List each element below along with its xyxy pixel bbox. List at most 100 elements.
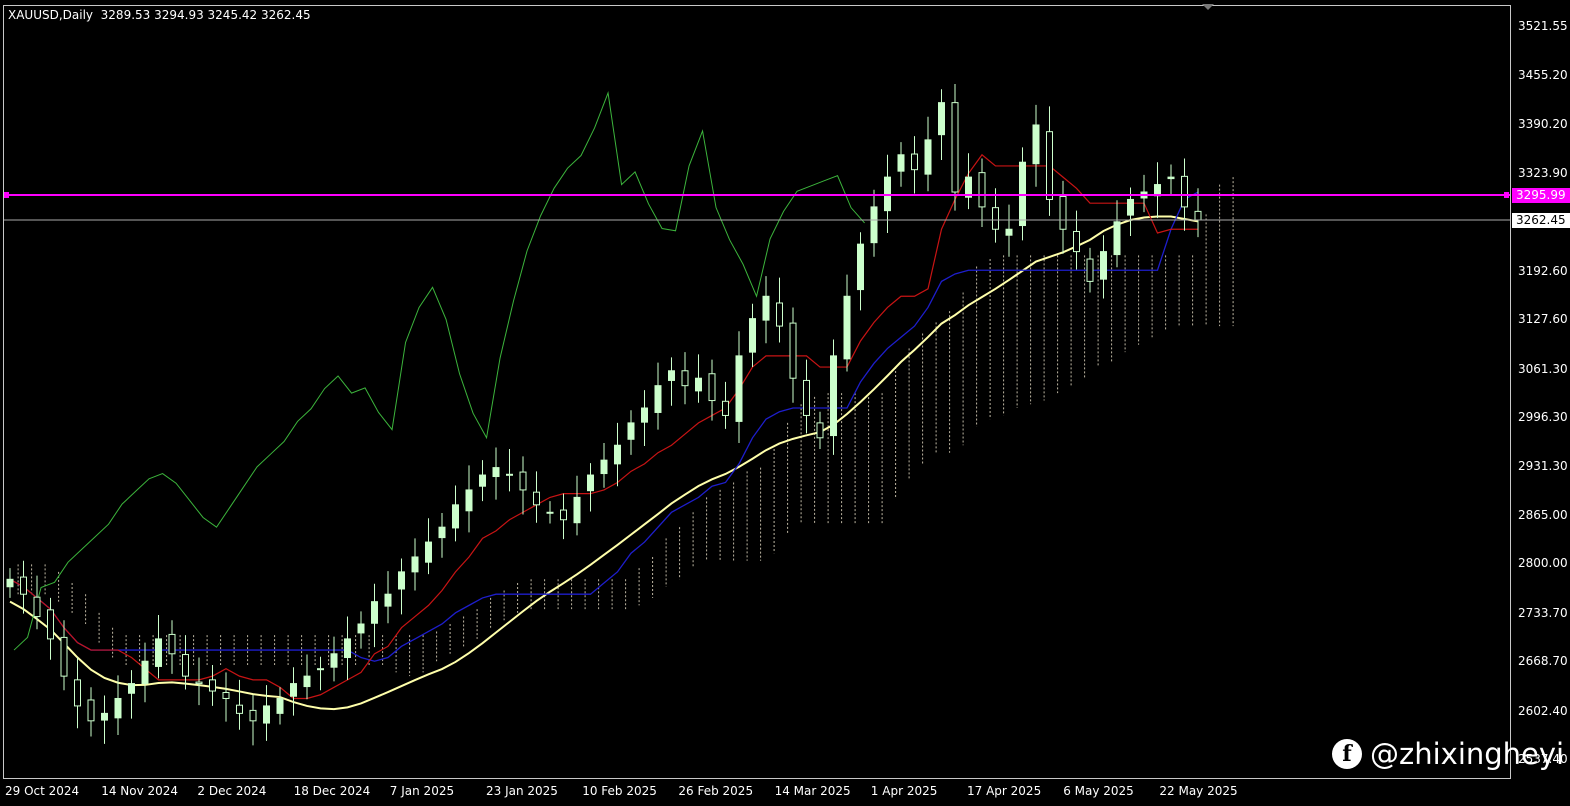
candle-body xyxy=(330,653,338,668)
candle-body xyxy=(1181,175,1188,208)
price-axis-label: 3323.90 xyxy=(1518,166,1568,181)
candle-body xyxy=(884,176,891,212)
kijun-line xyxy=(9,191,1199,662)
watermark-text: @zhixingheyi xyxy=(1370,737,1565,771)
candle-body xyxy=(1086,258,1094,282)
candle-body xyxy=(317,668,324,671)
candle-body xyxy=(1073,230,1080,253)
candle-body xyxy=(371,601,378,624)
line-anchor-left xyxy=(4,191,9,198)
watermark: f @zhixingheyi xyxy=(1332,737,1564,771)
candle-body xyxy=(290,683,297,697)
candle-body xyxy=(74,679,81,707)
candle-body xyxy=(479,474,486,487)
tenkan-line xyxy=(9,153,1198,700)
candle-body xyxy=(1019,161,1026,227)
candle-body xyxy=(668,370,675,381)
price-axis-label: 3127.60 xyxy=(1518,312,1568,327)
candle-body xyxy=(546,511,554,514)
candle-body xyxy=(263,705,270,724)
candle-body xyxy=(1032,124,1040,165)
candle-body xyxy=(681,370,689,387)
candle-body xyxy=(573,496,581,524)
candle-body xyxy=(20,576,27,595)
candle-body xyxy=(182,654,189,677)
candle-body xyxy=(897,154,905,172)
price-axis-label: 2668.70 xyxy=(1518,654,1568,669)
price-axis-label: 2931.30 xyxy=(1518,458,1568,473)
time-axis-label: 2 Dec 2024 xyxy=(197,784,267,798)
price-axis-label: 2996.30 xyxy=(1518,410,1568,425)
candle-body xyxy=(803,379,810,416)
candle-body xyxy=(398,571,405,590)
candle-body xyxy=(195,681,203,685)
time-axis-label: 18 Dec 2024 xyxy=(293,784,371,798)
price-axis-label: 3521.55 xyxy=(1518,19,1568,33)
price-axis-label: 3061.30 xyxy=(1518,361,1568,376)
candle-body xyxy=(843,295,851,360)
time-axis-label: 10 Feb 2025 xyxy=(582,784,657,798)
candle-body xyxy=(128,683,135,694)
candle-body xyxy=(1113,221,1121,256)
candle-body xyxy=(114,697,122,719)
candle-body xyxy=(519,471,527,491)
time-axis-label: 6 May 2025 xyxy=(1063,784,1134,798)
candle-body xyxy=(344,638,351,659)
price-axis-label: 3192.60 xyxy=(1518,264,1568,278)
chart-shift-marker-icon[interactable] xyxy=(1202,4,1214,10)
candle-body xyxy=(695,377,702,392)
candle-body xyxy=(789,322,797,379)
candle-body xyxy=(924,139,932,175)
time-axis-label: 14 Nov 2024 xyxy=(101,784,179,798)
candle-body xyxy=(87,699,95,722)
candle-body xyxy=(236,704,243,714)
horizontal-line-price-badge: 3295.99 xyxy=(1512,187,1570,203)
time-axis-label: 1 Apr 2025 xyxy=(870,784,938,798)
price-axis-label: 2865.00 xyxy=(1518,508,1568,522)
candle-body xyxy=(33,596,41,618)
candle-body xyxy=(708,373,716,402)
candle-body xyxy=(492,467,500,478)
candle-body xyxy=(357,623,365,634)
price-axis-label: 2733.70 xyxy=(1518,605,1568,620)
time-axis-label: 14 Mar 2025 xyxy=(774,784,851,798)
candle-body xyxy=(992,207,999,230)
candle-body xyxy=(587,474,594,492)
candle-body xyxy=(600,459,608,475)
candle-body xyxy=(465,489,473,512)
line-anchor-right xyxy=(1504,191,1509,198)
price-chart[interactable] xyxy=(0,0,1510,780)
candle-body xyxy=(141,660,149,685)
candle-body xyxy=(735,355,743,422)
candle-body xyxy=(951,102,959,193)
candle-body xyxy=(749,318,756,353)
time-axis-label: 7 Jan 2025 xyxy=(389,784,455,798)
candle-body xyxy=(627,422,635,440)
candle-body xyxy=(857,243,864,291)
candle-body xyxy=(1059,195,1067,230)
candle-body xyxy=(303,675,311,688)
candle-body xyxy=(209,679,216,692)
candle-body xyxy=(276,697,284,714)
candle-body xyxy=(722,400,729,416)
candle-body xyxy=(1046,131,1053,200)
time-axis-label: 17 Apr 2025 xyxy=(967,784,1042,798)
candle-body xyxy=(1100,251,1107,280)
price-axis-label: 3390.20 xyxy=(1518,116,1568,131)
current-price-badge: 3262.45 xyxy=(1512,212,1570,228)
candle-body xyxy=(384,593,392,607)
candle-body xyxy=(762,295,770,321)
price-axis-label: 2602.40 xyxy=(1518,703,1568,718)
candle-body xyxy=(560,509,567,521)
time-axis-label: 23 Jan 2025 xyxy=(486,784,558,798)
candle-body xyxy=(1127,198,1134,216)
candle-body xyxy=(6,578,14,588)
candle-body xyxy=(830,355,837,437)
candle-body xyxy=(1005,228,1013,236)
candle-body xyxy=(60,636,68,677)
candle-body xyxy=(870,206,878,244)
candle-body xyxy=(168,633,176,655)
candle-body xyxy=(911,153,918,171)
price-axis-label: 2800.00 xyxy=(1518,556,1568,571)
candle-body xyxy=(978,172,986,208)
